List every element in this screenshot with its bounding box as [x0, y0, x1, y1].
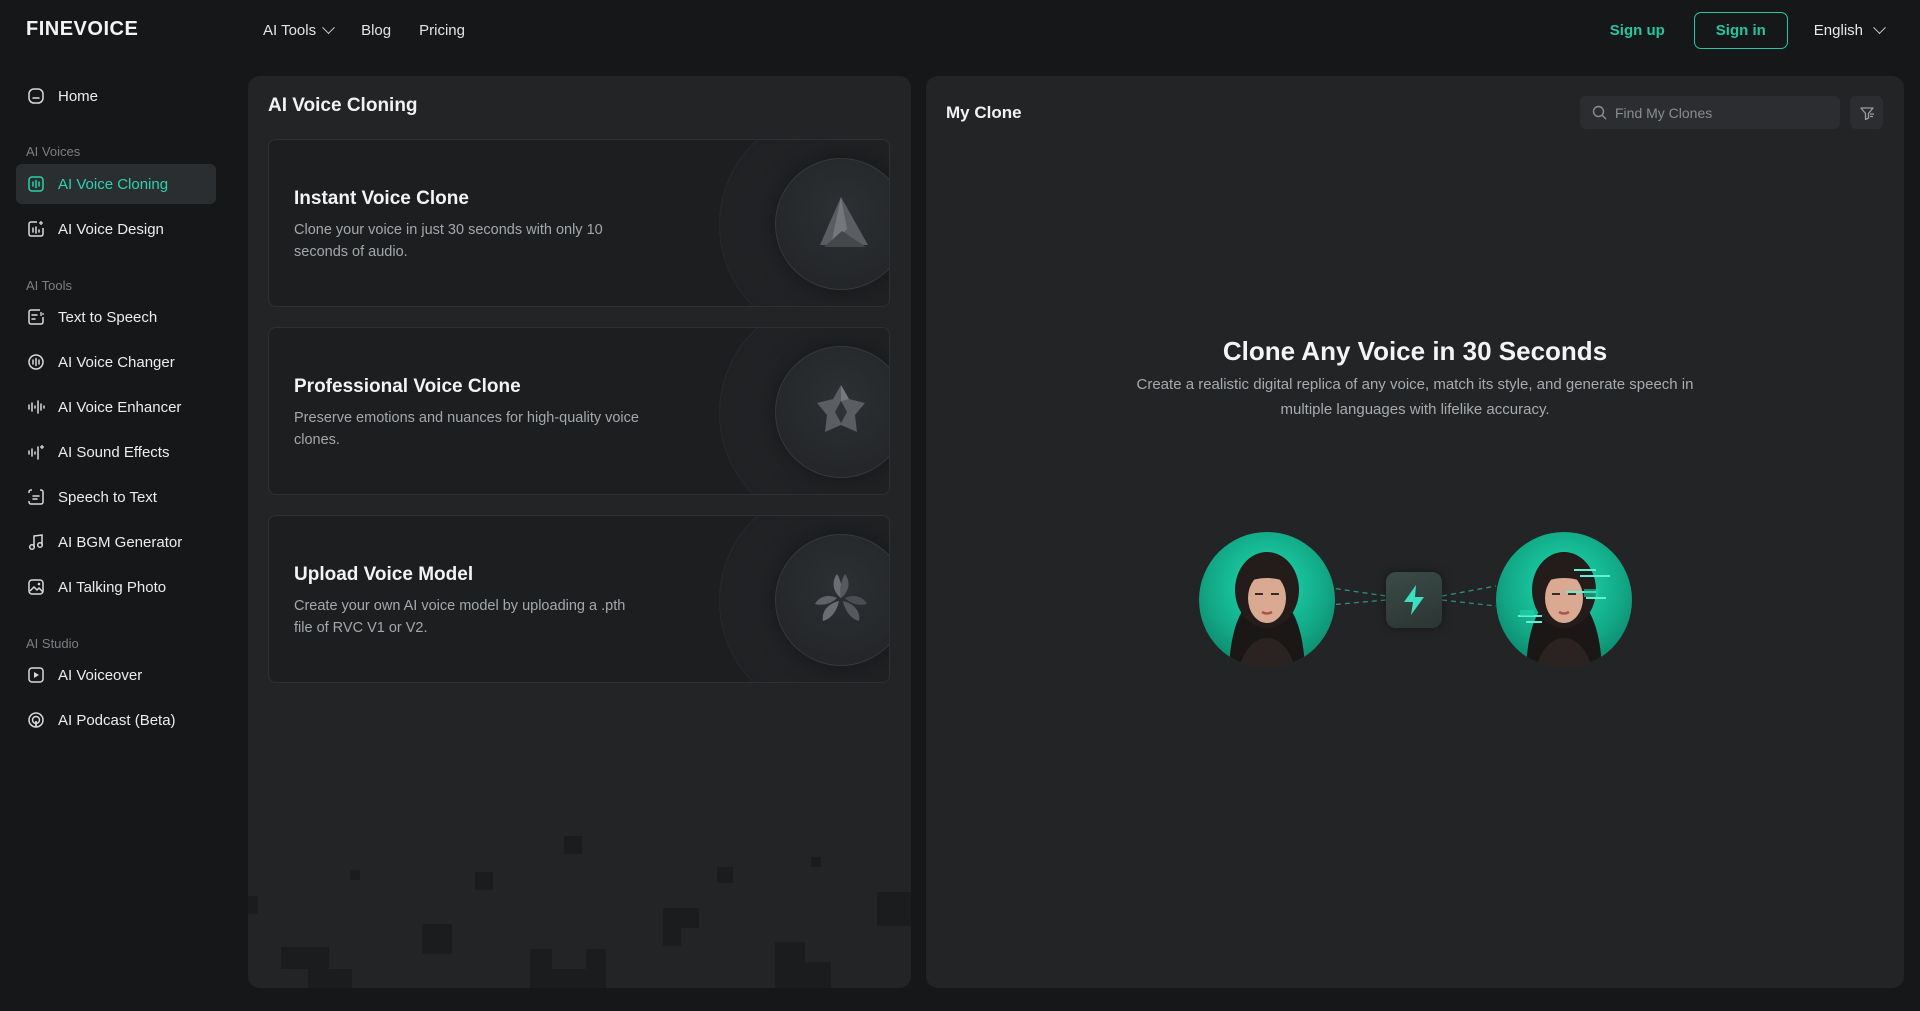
sidebar-item-label: AI Voice Cloning [58, 175, 169, 193]
auth-area: Sign up Sign in English [1610, 11, 1886, 49]
star-logo-icon [817, 385, 865, 432]
decorative-pixel [422, 924, 452, 954]
sidebar-group-title: AI Voices [26, 144, 81, 159]
voice-enhancer-icon [26, 397, 46, 417]
sidebar-item-ai-talking-photo[interactable]: AI Talking Photo [16, 567, 216, 607]
sidebar-item-label: AI Voiceover [58, 666, 143, 684]
card-title: Instant Voice Clone [294, 188, 469, 209]
decorative-pixel [663, 908, 699, 928]
text-to-speech-icon [26, 307, 46, 327]
decorative-pixel [663, 928, 681, 946]
decorative-pixel [308, 969, 352, 988]
decorative-pixel [586, 949, 606, 988]
language-label: English [1813, 21, 1863, 39]
decorative-pixel [552, 969, 586, 988]
sidebar-item-ai-voice-cloning[interactable]: AI Voice Cloning [16, 164, 216, 204]
voice-changer-icon [26, 352, 46, 372]
decorative-pixel [877, 892, 911, 926]
voice-clone-icon [26, 174, 46, 194]
professional-voice-clone-card[interactable]: Professional Voice Clone Preserve emotio… [268, 327, 890, 495]
sidebar-item-label: AI Voice Enhancer [58, 398, 182, 416]
sidebar: Home AI Voices AI Voice Cloning AI Voice… [0, 60, 232, 1011]
sidebar-item-ai-bgm-generator[interactable]: AI BGM Generator [16, 522, 216, 562]
chevron-down-icon [1873, 20, 1886, 34]
voiceover-icon [26, 665, 46, 685]
original-voice-avatar [1199, 532, 1335, 668]
nav-ai-tools[interactable]: AI Tools [263, 20, 335, 39]
nav-pricing[interactable]: Pricing [419, 22, 465, 39]
portrait-illustration [1518, 552, 1610, 668]
sidebar-item-ai-sound-effects[interactable]: AI Sound Effects [16, 432, 216, 472]
music-note-icon [26, 532, 46, 552]
sidebar-group-title: AI Studio [26, 636, 79, 651]
triangle-logo-icon [820, 197, 868, 247]
sidebar-item-label: AI Sound Effects [58, 443, 170, 461]
decorative-pixel [775, 942, 805, 988]
home-icon [26, 86, 46, 106]
sidebar-item-label: AI Voice Design [58, 220, 164, 238]
voice-design-icon [26, 219, 46, 239]
top-bar: FINEVOICE AI Tools Blog Pricing Sign up … [0, 0, 1920, 60]
top-nav: AI Tools Blog Pricing [263, 0, 465, 60]
card-description: Preserve emotions and nuances for high-q… [294, 410, 639, 448]
sidebar-item-ai-voice-design[interactable]: AI Voice Design [16, 209, 216, 249]
sound-effects-icon [26, 442, 46, 462]
sidebar-item-ai-voice-changer[interactable]: AI Voice Changer [16, 342, 216, 382]
speech-to-text-icon [26, 487, 46, 507]
nav-blog[interactable]: Blog [361, 22, 391, 39]
clone-process-badge [1386, 572, 1442, 628]
nav-ai-tools-label: AI Tools [263, 21, 317, 39]
sidebar-group-title: AI Tools [26, 278, 73, 293]
decorative-pixel [475, 872, 493, 890]
sidebar-item-label: AI Voice Changer [58, 353, 175, 371]
sidebar-item-ai-voice-enhancer[interactable]: AI Voice Enhancer [16, 387, 216, 427]
logo[interactable]: FINEVOICE [26, 18, 138, 41]
sidebar-item-speech-to-text[interactable]: Speech to Text [16, 477, 216, 517]
podcast-icon [26, 710, 46, 730]
instant-voice-clone-card[interactable]: Instant Voice Clone Clone your voice in … [268, 139, 890, 307]
page-title: AI Voice Cloning [268, 95, 418, 116]
sidebar-item-ai-podcast[interactable]: AI Podcast (Beta) [16, 700, 216, 740]
decorative-pixel [350, 870, 360, 880]
decorative-pixel [248, 896, 258, 914]
decorative-pixel [564, 836, 582, 854]
sign-up-link[interactable]: Sign up [1610, 22, 1665, 39]
decorative-pixel [281, 947, 329, 969]
lightning-icon [1404, 585, 1424, 615]
decorative-pixel [805, 962, 831, 988]
card-title: Professional Voice Clone [294, 376, 521, 397]
sidebar-item-label: AI Podcast (Beta) [58, 711, 176, 729]
voice-cloning-panel: AI Voice Cloning Instant Voice Clone Clo… [248, 76, 911, 988]
connector-lines [1317, 585, 1497, 607]
cloned-voice-avatar [1496, 532, 1632, 668]
card-title: Upload Voice Model [294, 564, 474, 585]
sidebar-item-label: Speech to Text [58, 488, 157, 506]
sidebar-item-home[interactable]: Home [16, 76, 216, 116]
sidebar-item-label: AI Talking Photo [58, 578, 167, 596]
language-selector[interactable]: English [1813, 20, 1886, 39]
portrait-illustration [1229, 552, 1305, 668]
sidebar-item-label: AI BGM Generator [58, 533, 183, 551]
card-description: Clone your voice in just 30 seconds with… [294, 222, 603, 260]
decorative-pixel [530, 949, 552, 988]
sidebar-item-text-to-speech[interactable]: Text to Speech [16, 297, 216, 337]
decorative-pixel [811, 857, 821, 867]
my-clone-panel: My Clone Clone Any Voice in 30 Seconds C… [926, 76, 1904, 988]
sidebar-item-label: Home [58, 87, 99, 105]
flower-logo-icon [815, 574, 867, 621]
chevron-down-icon [322, 20, 335, 34]
sidebar-item-ai-voiceover[interactable]: AI Voiceover [16, 655, 216, 695]
sign-in-button[interactable]: Sign in [1693, 11, 1788, 49]
decorative-pixel [717, 867, 733, 883]
upload-voice-model-card[interactable]: Upload Voice Model Create your own AI vo… [268, 515, 890, 683]
photo-icon [26, 577, 46, 597]
card-description: Create your own AI voice model by upload… [294, 598, 626, 636]
sidebar-item-label: Text to Speech [58, 308, 158, 326]
